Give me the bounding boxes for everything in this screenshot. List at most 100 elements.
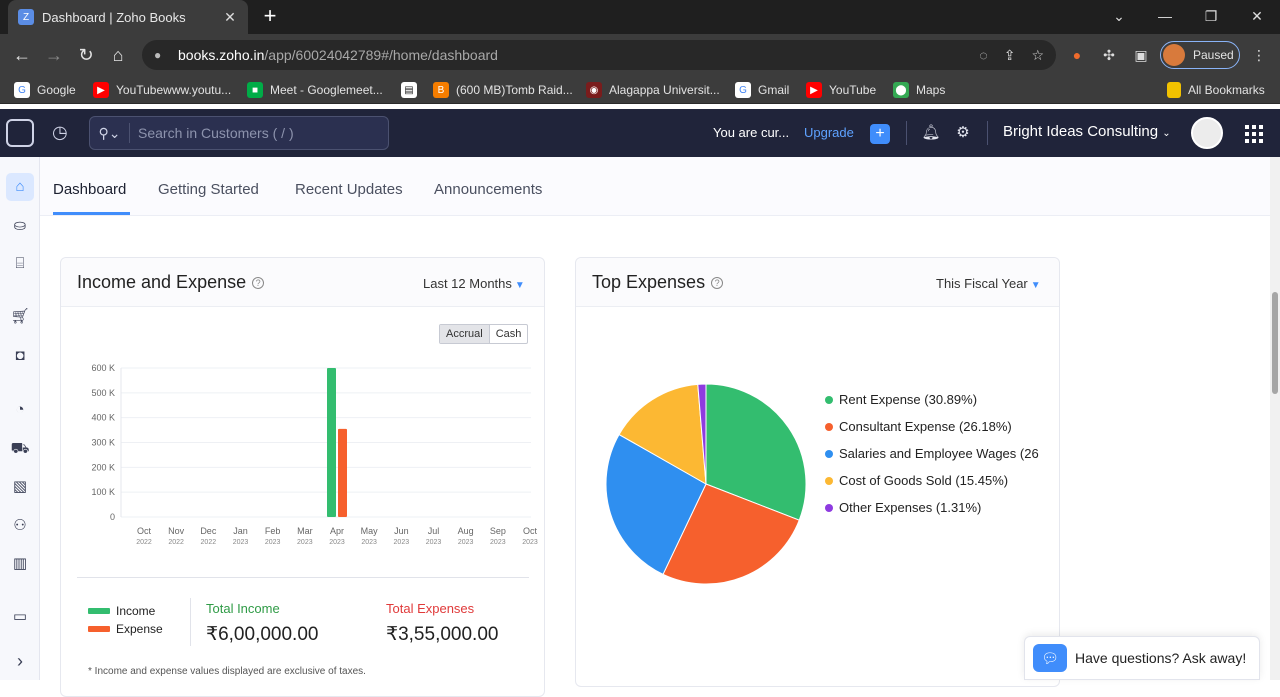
x-tick-year-label: 2023 [458, 539, 474, 546]
close-tab-icon[interactable]: ✕ [222, 9, 238, 26]
notifications-bell-icon[interactable]: 🔔︎ [921, 123, 941, 143]
forward-arrow-icon[interactable]: → [41, 42, 67, 68]
zoho-books-favicon-icon: Z [18, 9, 34, 25]
youtube-icon: ▶ [93, 82, 109, 98]
extensions-puzzle-icon[interactable]: ✣ [1097, 43, 1121, 67]
extension-fire-icon[interactable]: ● [1065, 43, 1089, 67]
x-tick-year-label: 2022 [201, 539, 217, 546]
close-window-button[interactable]: ✕ [1234, 0, 1280, 32]
pie-legend-item[interactable]: Cost of Goods Sold (15.45%) [825, 473, 1008, 488]
all-bookmarks[interactable]: All Bookmarks [1167, 81, 1265, 99]
zoho-books-logo-icon[interactable] [6, 119, 34, 147]
y-tick-label: 600 K [91, 363, 115, 373]
legend-dot [825, 476, 833, 485]
address-bar[interactable]: ● books.zoho.in/app/60024042789#/home/da… [142, 40, 1056, 70]
app-launcher-grid-icon[interactable] [1245, 125, 1263, 143]
chevron-down-icon: ▼ [514, 280, 525, 291]
x-tick-label: Feb [265, 526, 281, 536]
reports-icon[interactable]: ▥ [8, 552, 32, 576]
search-icon[interactable]: ⚲⌄ [90, 123, 130, 143]
banking-icon[interactable]: ⌸ [8, 252, 32, 276]
time-tracking-icon[interactable]: ◔ [8, 398, 32, 422]
eye-off-icon[interactable]: ◌ [979, 47, 987, 64]
tab-search-chevron-icon[interactable]: ⌄ [1096, 0, 1142, 32]
page-scrollbar[interactable] [1270, 157, 1280, 680]
sales-cart-icon[interactable]: 🛒︎ [8, 305, 32, 329]
help-question-icon[interactable]: ? [711, 277, 724, 289]
pie-legend-item[interactable]: Rent Expense (30.89%) [825, 392, 977, 407]
settings-gear-icon[interactable]: ⚙ [953, 123, 973, 143]
period-dropdown[interactable]: This Fiscal Year ▼ [936, 276, 1041, 291]
profile-button[interactable]: Paused [1160, 41, 1240, 69]
x-tick-year-label: 2023 [490, 539, 506, 546]
bookmark-tomb-raider[interactable]: B (600 MB)Tomb Raid... [433, 81, 573, 99]
tab-recent-updates[interactable]: Recent Updates [295, 181, 403, 198]
reload-icon[interactable]: ↻ [73, 42, 99, 68]
url-host: books.zoho.in [178, 47, 265, 63]
help-chat-widget[interactable]: 💬︎ Have questions? Ask away! [1024, 636, 1260, 680]
bookmark-meet[interactable]: ■ Meet - Googlemeet... [247, 81, 383, 99]
scrollbar-thumb[interactable] [1272, 292, 1278, 394]
x-tick-label: Dec [200, 526, 217, 536]
x-tick-label: Mar [297, 526, 313, 536]
header-divider [906, 121, 907, 145]
bookmark-page[interactable]: ▤ [401, 81, 424, 99]
pie-legend-label: Rent Expense (30.89%) [839, 392, 978, 407]
expand-sidebar-chevron-icon[interactable]: › [8, 649, 32, 673]
pie-legend-label: Cost of Goods Sold (15.45%) [839, 473, 1009, 488]
pie-legend-item[interactable]: Other Expenses (1.31%) [825, 500, 981, 515]
user-avatar[interactable] [1191, 117, 1223, 149]
new-tab-button[interactable]: + [258, 5, 282, 29]
back-arrow-icon[interactable]: ← [9, 42, 35, 68]
pie-legend-item[interactable]: Salaries and Employee Wages (26 [825, 446, 1039, 461]
tab-getting-started[interactable]: Getting Started [158, 181, 259, 198]
quick-create-plus-icon[interactable]: + [870, 124, 890, 144]
card-title: Income and Expense? [77, 272, 265, 293]
share-icon[interactable]: ⇪ [1004, 47, 1016, 64]
upgrade-link[interactable]: Upgrade [804, 125, 854, 140]
period-dropdown[interactable]: Last 12 Months ▼ [423, 276, 525, 291]
star-icon[interactable]: ☆ [1031, 47, 1044, 64]
bookmark-alagappa[interactable]: ◉ Alagappa Universit... [586, 81, 720, 99]
tab-dashboard[interactable]: Dashboard [53, 181, 126, 198]
bar-income [327, 368, 336, 517]
home-icon[interactable]: ⌂ [105, 42, 131, 68]
more-menu-icon[interactable]: ⋮ [1247, 43, 1271, 67]
documents-folder-icon[interactable]: ▭ [8, 605, 32, 629]
top-expenses-card: Top Expenses? This Fiscal Year ▼ Rent Exp… [575, 257, 1060, 687]
pie-legend-item[interactable]: Consultant Expense (26.18%) [825, 419, 1012, 434]
site-info-icon[interactable]: ● [154, 48, 168, 62]
x-tick-label: Jun [394, 526, 409, 536]
search-input[interactable] [130, 125, 388, 141]
items-basket-icon[interactable]: ⛀ [8, 214, 32, 238]
bookmark-google[interactable]: G Google [14, 81, 76, 99]
global-search[interactable]: ⚲⌄ [89, 116, 389, 150]
card-title: Top Expenses? [592, 272, 724, 293]
bookmark-maps[interactable]: ⬤ Maps [893, 81, 945, 99]
organization-switcher[interactable]: Bright Ideas Consulting ⌄ [1003, 123, 1171, 140]
tab-announcements[interactable]: Announcements [434, 181, 542, 198]
home-icon[interactable]: ⌂ [6, 173, 34, 201]
recent-history-icon[interactable]: ◷ [52, 122, 74, 144]
y-tick-label: 300 K [91, 438, 115, 448]
side-panel-icon[interactable]: ▣ [1129, 43, 1153, 67]
x-tick-year-label: 2023 [522, 539, 538, 546]
income-expense-bar-chart: 0 100 K 200 K 300 K 400 K 500 K 600 K Oct 2022 No… [91, 363, 538, 546]
minimize-window-button[interactable]: — [1142, 0, 1188, 32]
gst-filing-icon[interactable]: ▧ [8, 475, 32, 499]
help-question-icon[interactable]: ? [252, 277, 265, 289]
eway-bills-truck-icon[interactable]: ⛟ [8, 437, 32, 461]
browser-tab[interactable]: Z Dashboard | Zoho Books ✕ [8, 0, 248, 34]
y-tick-label: 100 K [91, 487, 115, 497]
bookmark-gmail[interactable]: G Gmail [735, 81, 789, 99]
bookmark-youtube-www[interactable]: ▶ YouTubewww.youtu... [93, 81, 231, 99]
purchases-bag-icon[interactable]: ◘ [8, 344, 32, 368]
bookmarks-bar: G Google ▶ YouTubewww.youtu... ■ Meet - Goo… [0, 76, 1280, 104]
x-tick-year-label: 2023 [361, 539, 377, 546]
bookmark-youtube[interactable]: ▶ YouTube [806, 81, 876, 99]
restore-window-button[interactable]: ❐ [1188, 0, 1234, 32]
bookmark-page-icon: ▤ [401, 82, 417, 98]
browser-toolbar: ← → ↻ ⌂ ● books.zoho.in/app/60024042789#… [0, 34, 1280, 76]
accountant-icon[interactable]: ⚇ [8, 514, 32, 538]
header-divider [987, 121, 988, 145]
